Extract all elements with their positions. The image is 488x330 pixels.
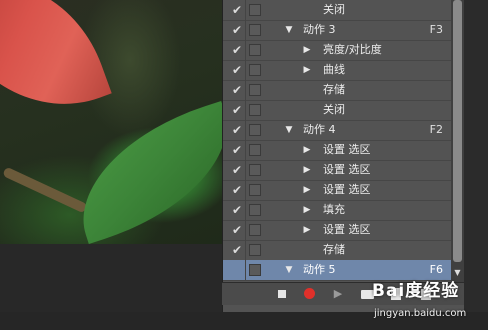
expand-right-icon[interactable]: ▶ xyxy=(301,140,313,160)
scroll-thumb[interactable] xyxy=(453,0,462,262)
dialog-toggle-box[interactable] xyxy=(249,44,261,56)
red-leaf-shape xyxy=(0,0,112,138)
expand-right-icon[interactable]: ▶ xyxy=(301,220,313,240)
action-label: 关闭 xyxy=(323,3,345,16)
action-step-row[interactable]: ✔ ▶ 设置 选区 xyxy=(223,160,451,181)
column-divider xyxy=(245,60,246,80)
play-button[interactable]: ▶ xyxy=(330,286,346,302)
watermark-logo: Bai度经验 xyxy=(372,281,460,301)
column-divider xyxy=(245,260,246,280)
action-label: 动作 5 xyxy=(303,263,336,276)
column-divider xyxy=(245,240,246,260)
action-step-row[interactable]: ✔ ▶ 填充 xyxy=(223,200,451,221)
action-label: 存储 xyxy=(323,83,345,96)
action-label: 设置 选区 xyxy=(323,223,371,236)
toggle-check-icon[interactable]: ✔ xyxy=(227,180,247,200)
actions-scrollbar[interactable]: ▼ xyxy=(451,0,464,282)
dialog-toggle-box[interactable] xyxy=(249,124,261,136)
actions-panel: ✔ 关闭 ✔ ▼ 动作 3 F3 ✔ ▶ 亮度/对比度 ✔ ▶ 曲线 ✔ 存储 ✔ 关闭 ✔ ▼ 动作 4 F2 ✔ ▶ 设… xyxy=(222,0,465,312)
action-label: 设置 选区 xyxy=(323,163,371,176)
column-divider xyxy=(245,120,246,140)
expand-right-icon[interactable]: ▶ xyxy=(301,160,313,180)
column-divider xyxy=(245,200,246,220)
shortcut-key: F3 xyxy=(429,23,443,36)
expand-right-icon[interactable]: ▶ xyxy=(301,180,313,200)
action-label: 填充 xyxy=(323,203,345,216)
toggle-check-icon[interactable]: ✔ xyxy=(227,240,247,260)
action-label: 设置 选区 xyxy=(323,143,371,156)
dialog-toggle-box[interactable] xyxy=(249,184,261,196)
column-divider xyxy=(245,180,246,200)
dialog-toggle-box[interactable] xyxy=(249,24,261,36)
dialog-toggle-box[interactable] xyxy=(249,104,261,116)
green-leaf-shape xyxy=(59,101,222,244)
record-button[interactable] xyxy=(302,286,318,302)
action-step-row[interactable]: ✔ ▶ 设置 选区 xyxy=(223,140,451,161)
toggle-check-icon[interactable]: ✔ xyxy=(227,200,247,220)
action-step-row[interactable]: ✔ 存储 xyxy=(223,240,451,261)
column-divider xyxy=(245,220,246,240)
dialog-toggle-box[interactable] xyxy=(249,264,261,276)
column-divider xyxy=(245,40,246,60)
action-step-row[interactable]: ✔ ▶ 设置 选区 xyxy=(223,180,451,201)
record-icon xyxy=(304,288,315,299)
expand-down-icon[interactable]: ▼ xyxy=(283,260,295,280)
dialog-toggle-box[interactable] xyxy=(249,64,261,76)
dialog-toggle-box[interactable] xyxy=(249,224,261,236)
action-step-row[interactable]: ✔ 关闭 xyxy=(223,0,451,21)
expand-down-icon[interactable]: ▼ xyxy=(283,120,295,140)
action-label: 关闭 xyxy=(323,103,345,116)
column-divider xyxy=(245,0,246,20)
action-row[interactable]: ✔ ▼ 动作 3 F3 xyxy=(223,20,451,41)
column-divider xyxy=(245,140,246,160)
dialog-toggle-box[interactable] xyxy=(249,84,261,96)
action-row[interactable]: ✔ ▼ 动作 4 F2 xyxy=(223,120,451,141)
toggle-check-icon[interactable]: ✔ xyxy=(227,20,247,40)
stop-icon xyxy=(278,290,286,298)
expand-right-icon[interactable]: ▶ xyxy=(301,60,313,80)
action-label: 动作 4 xyxy=(303,123,336,136)
action-label: 存储 xyxy=(323,243,345,256)
action-step-row[interactable]: ✔ 关闭 xyxy=(223,100,451,121)
toggle-check-icon[interactable] xyxy=(227,260,247,280)
expand-right-icon[interactable]: ▶ xyxy=(301,40,313,60)
toggle-check-icon[interactable]: ✔ xyxy=(227,0,247,20)
dialog-toggle-box[interactable] xyxy=(249,204,261,216)
action-label: 亮度/对比度 xyxy=(323,43,382,56)
baidu-jingyan-watermark: Bai度经验 jingyan.baidu.com xyxy=(372,270,484,326)
stem-shape xyxy=(2,166,88,214)
expand-right-icon[interactable]: ▶ xyxy=(301,200,313,220)
column-divider xyxy=(245,20,246,40)
action-step-row[interactable]: ✔ 存储 xyxy=(223,80,451,101)
toggle-check-icon[interactable]: ✔ xyxy=(227,120,247,140)
action-step-row[interactable]: ✔ ▶ 设置 选区 xyxy=(223,220,451,241)
column-divider xyxy=(245,100,246,120)
toggle-check-icon[interactable]: ✔ xyxy=(227,100,247,120)
toggle-check-icon[interactable]: ✔ xyxy=(227,80,247,100)
photo-canvas xyxy=(0,0,222,244)
action-step-row[interactable]: ✔ ▶ 曲线 xyxy=(223,60,451,81)
stop-button[interactable] xyxy=(274,286,290,302)
dialog-toggle-box[interactable] xyxy=(249,244,261,256)
column-divider xyxy=(245,160,246,180)
dialog-toggle-box[interactable] xyxy=(249,144,261,156)
toggle-check-icon[interactable]: ✔ xyxy=(227,40,247,60)
toggle-check-icon[interactable]: ✔ xyxy=(227,60,247,80)
action-label: 设置 选区 xyxy=(323,183,371,196)
expand-down-icon[interactable]: ▼ xyxy=(283,20,295,40)
watermark-url: jingyan.baidu.com xyxy=(374,308,467,319)
toggle-check-icon[interactable]: ✔ xyxy=(227,140,247,160)
toggle-check-icon[interactable]: ✔ xyxy=(227,220,247,240)
dialog-toggle-box[interactable] xyxy=(249,4,261,16)
action-label: 动作 3 xyxy=(303,23,336,36)
dialog-toggle-box[interactable] xyxy=(249,164,261,176)
toggle-check-icon[interactable]: ✔ xyxy=(227,160,247,180)
shortcut-key: F2 xyxy=(429,123,443,136)
action-step-row[interactable]: ✔ ▶ 亮度/对比度 xyxy=(223,40,451,61)
column-divider xyxy=(245,80,246,100)
play-icon: ▶ xyxy=(333,287,343,300)
action-label: 曲线 xyxy=(323,63,345,76)
